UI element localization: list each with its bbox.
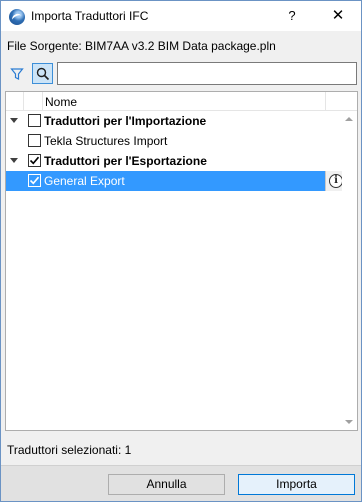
expand-arrow-icon[interactable] bbox=[10, 118, 18, 123]
list-item-tekla-import[interactable]: Tekla Structures Import bbox=[6, 131, 340, 151]
filter-icon[interactable] bbox=[10, 67, 24, 81]
search-icon bbox=[36, 67, 50, 81]
scroll-down-arrow-icon[interactable] bbox=[345, 420, 353, 424]
checkmark-icon bbox=[29, 156, 40, 165]
list-item-general-export[interactable]: General Export bbox=[6, 171, 340, 191]
search-button[interactable] bbox=[32, 63, 53, 84]
import-group-checkbox[interactable] bbox=[28, 114, 41, 127]
export-group-checkbox[interactable] bbox=[28, 154, 41, 167]
vertical-scrollbar[interactable] bbox=[342, 111, 357, 430]
button-bar: Annulla Importa bbox=[1, 465, 361, 501]
scroll-up-arrow-icon[interactable] bbox=[345, 117, 353, 121]
row-label: Tekla Structures Import bbox=[44, 134, 168, 148]
window-title: Importa Traduttori IFC bbox=[31, 9, 149, 23]
header-separator bbox=[42, 92, 43, 111]
tekla-import-checkbox[interactable] bbox=[28, 134, 41, 147]
search-input[interactable] bbox=[57, 62, 357, 85]
title-bar[interactable]: Importa Traduttori IFC ? ✕ bbox=[1, 1, 361, 31]
help-button[interactable]: ? bbox=[281, 5, 303, 27]
selected-count-label: Traduttori selezionati: 1 bbox=[7, 443, 132, 457]
source-file-label: File Sorgente: BIM7AA v3.2 BIM Data pack… bbox=[7, 39, 276, 53]
column-header-name[interactable]: Nome bbox=[45, 95, 77, 109]
header-separator bbox=[325, 92, 326, 111]
close-button[interactable]: ✕ bbox=[321, 4, 355, 28]
checkmark-icon bbox=[29, 176, 40, 185]
row-label: Traduttori per l'Importazione bbox=[44, 114, 207, 128]
expand-arrow-icon[interactable] bbox=[10, 158, 18, 163]
group-row-import[interactable]: Traduttori per l'Importazione bbox=[6, 111, 340, 131]
group-row-export[interactable]: Traduttori per l'Esportazione bbox=[6, 151, 340, 171]
cancel-button[interactable]: Annulla bbox=[108, 474, 225, 495]
import-translators-dialog: Importa Traduttori IFC ? ✕ File Sorgente… bbox=[0, 0, 362, 502]
import-button[interactable]: Importa bbox=[238, 474, 355, 495]
translator-list[interactable]: Nome Traduttori per l'Importazione Tekla… bbox=[5, 91, 358, 431]
list-header: Nome bbox=[6, 92, 357, 111]
row-label: Traduttori per l'Esportazione bbox=[44, 154, 207, 168]
general-export-checkbox[interactable] bbox=[28, 174, 41, 187]
row-label: General Export bbox=[44, 174, 125, 188]
archicad-app-icon bbox=[9, 9, 25, 25]
header-separator bbox=[23, 92, 24, 111]
